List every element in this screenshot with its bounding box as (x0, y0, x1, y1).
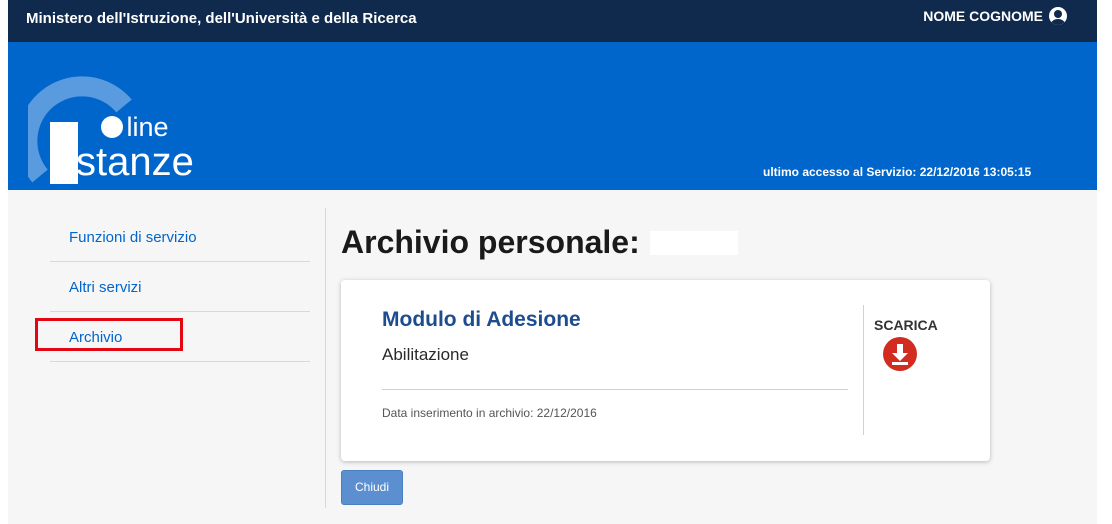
user-circle-icon[interactable] (1049, 7, 1067, 25)
user-name[interactable]: NOME COGNOME (923, 8, 1043, 24)
sidebar-item-archivio[interactable]: Archivio (35, 312, 310, 362)
last-access-info: ultimo accesso al Servizio: 22/12/2016 1… (763, 165, 1032, 179)
sidebar-item-altri-servizi[interactable]: Altri servizi (50, 262, 310, 312)
header-banner: n line stanze ultimo accesso al Servizio… (8, 42, 1097, 190)
top-bar: Ministero dell'Istruzione, dell'Universi… (8, 0, 1097, 42)
close-button[interactable]: Chiudi (341, 470, 403, 505)
download-icon (892, 344, 908, 365)
highlight-box (35, 318, 183, 351)
document-subtitle: Abilitazione (382, 345, 469, 364)
sidebar-nav: Funzioni di servizio Altri servizi Archi… (35, 212, 310, 362)
sidebar-item-funzioni-di-servizio[interactable]: Funzioni di servizio (50, 212, 310, 262)
download-label: SCARICA (874, 317, 938, 333)
logo-text-online: n line (104, 112, 169, 142)
page-title: Archivio personale: (341, 224, 738, 261)
user-menu[interactable]: NOME COGNOME (923, 7, 1067, 25)
main-content: Funzioni di servizio Altri servizi Archi… (8, 190, 1097, 524)
download-button[interactable] (883, 337, 917, 371)
ministry-title: Ministero dell'Istruzione, dell'Universi… (26, 10, 417, 27)
redacted-name (649, 230, 738, 255)
page-title-text: Archivio personale: (341, 224, 640, 260)
document-title: Modulo di Adesione (382, 308, 581, 331)
archive-date: Data inserimento in archivio: 22/12/2016 (382, 406, 597, 420)
card-divider (382, 389, 848, 390)
card-vertical-divider (863, 305, 864, 435)
document-card: Modulo di Adesione Abilitazione Data ins… (341, 280, 990, 461)
vertical-divider (325, 208, 326, 508)
logo-text-istanze: stanze (76, 140, 194, 184)
